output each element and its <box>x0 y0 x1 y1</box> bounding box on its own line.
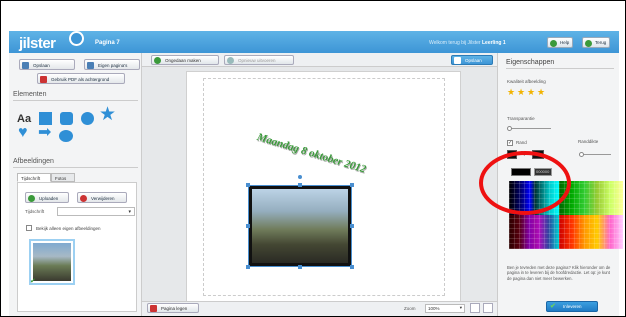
user-name: Leerling 1 <box>481 40 506 46</box>
delete-label: Verwijderen <box>91 196 115 201</box>
undo-label: Ongedaan maken <box>165 58 201 63</box>
star-shape-icon[interactable]: ★ <box>99 105 116 124</box>
folder-select[interactable]: ▾ <box>57 207 135 216</box>
redo-icon <box>227 57 234 64</box>
images-title: Afbeeldingen <box>13 158 138 168</box>
resize-handle[interactable] <box>350 224 354 228</box>
welcome-prefix: Welkom terug bij Jilster <box>429 40 481 46</box>
quality-star-icon: ★ <box>537 87 546 97</box>
clear-icon <box>150 305 157 312</box>
delete-button[interactable]: Verwijderen <box>77 192 127 203</box>
quality-star-icon: ★ <box>527 87 536 97</box>
zoom-label: Zoom <box>404 306 416 311</box>
submit-label: Inleveren <box>563 304 582 309</box>
upload-icon <box>28 194 35 202</box>
circle-shape-icon[interactable] <box>81 112 94 125</box>
resize-handle[interactable] <box>298 183 302 187</box>
jilster-logo: jilster <box>19 35 56 52</box>
rotate-handle[interactable] <box>298 175 302 179</box>
check-icon: ✔ <box>550 303 556 310</box>
chevron-down-icon: ▾ <box>459 305 462 310</box>
redo-label: Opnieuw uitvoeren <box>238 58 276 63</box>
zoom-in-icon[interactable] <box>470 303 480 313</box>
group-photo-thumbnail <box>33 243 71 281</box>
submit-button[interactable]: ✔ Inleveren <box>546 301 598 312</box>
help-label: Help <box>560 40 570 45</box>
pages-icon <box>87 61 94 69</box>
save-button[interactable]: Opslaan <box>19 59 75 70</box>
logo-mark-icon <box>69 31 84 46</box>
quality-label: Kwaliteit afbeelding <box>507 79 546 84</box>
back-button[interactable]: Terug <box>582 37 611 48</box>
undo-button[interactable]: Ongedaan maken <box>151 55 219 65</box>
help-button[interactable]: Help <box>547 37 574 48</box>
own-pages-button[interactable]: Eigen pagina's <box>84 59 140 70</box>
transparency-label: Transparantie <box>507 116 535 121</box>
redo-button[interactable]: Opnieuw uitvoeren <box>224 55 294 65</box>
zoom-select[interactable]: 100% ▾ <box>425 304 465 313</box>
only-own-checkbox[interactable] <box>26 225 32 231</box>
properties-title: Eigenschappen <box>506 59 614 69</box>
transparency-slider-handle[interactable] <box>507 126 512 131</box>
check-icon: ✔ <box>30 278 36 285</box>
header-bar: jilster Pagina 7 Welkom terug bij Jilste… <box>9 31 619 53</box>
chevron-down-icon: ▾ <box>128 209 131 215</box>
disk-icon <box>454 57 461 64</box>
upload-label: Uploaden <box>39 196 59 201</box>
delete-icon <box>80 194 87 202</box>
only-own-label: Bekijk alleen eigen afbeeldingen <box>36 226 101 231</box>
arrow-shape-icon[interactable]: ➡ <box>38 125 51 141</box>
group-photo <box>252 189 348 263</box>
save-label: Opslaan <box>33 63 50 68</box>
folder-label: Tijdschrift <box>25 209 45 214</box>
clear-page-button[interactable]: Pagina legen <box>147 303 199 313</box>
border-label: Rand <box>516 140 527 145</box>
border-width-label: Randdikte <box>578 139 599 144</box>
tab-photos[interactable]: Fotos <box>51 173 75 182</box>
app-window: jilster Pagina 7 Welkom terug bij Jilste… <box>0 0 626 317</box>
border-width-slider[interactable] <box>581 154 611 155</box>
help-icon <box>550 39 557 47</box>
clear-page-label: Pagina legen <box>161 306 188 311</box>
welcome-text: Welkom terug bij Jilster Leerling 1 <box>429 40 506 46</box>
back-label: Terug <box>595 40 607 45</box>
editor-save-label: Opslaan <box>465 58 482 63</box>
upload-button[interactable]: Uploaden <box>25 192 69 203</box>
resize-handle[interactable] <box>246 265 250 269</box>
zoom-out-icon[interactable] <box>483 303 493 313</box>
pdf-background-label: Gebruik PDF als achtergrond <box>51 77 110 82</box>
own-pages-label: Eigen pagina's <box>98 63 128 68</box>
resize-handle[interactable] <box>298 265 302 269</box>
page-title: Pagina 7 <box>95 40 120 46</box>
elements-title: Elementen <box>13 91 138 101</box>
resize-handle[interactable] <box>246 224 250 228</box>
undo-icon <box>154 57 161 64</box>
zoom-value: 100% <box>428 306 440 311</box>
quality-star-icon: ★ <box>507 87 516 97</box>
resize-handle[interactable] <box>350 183 354 187</box>
heart-shape-icon[interactable]: ♥ <box>18 125 28 141</box>
pdf-background-button[interactable]: Gebruik PDF als achtergrond <box>37 73 125 84</box>
transparency-slider[interactable] <box>511 128 551 129</box>
tab-magazine[interactable]: Tijdschrift <box>17 173 51 182</box>
submit-help-text: Ben je tevreden met deze pagina? Klik hi… <box>507 265 611 281</box>
photo-element[interactable] <box>248 185 352 267</box>
resize-handle[interactable] <box>246 183 250 187</box>
pdf-icon <box>40 75 47 83</box>
save-icon <box>22 61 29 69</box>
red-highlight-circle <box>479 151 571 215</box>
quality-star-icon: ★ <box>517 87 526 97</box>
speech-bubble-shape-icon[interactable] <box>59 130 73 142</box>
border-checkbox[interactable]: ✓ <box>507 140 513 146</box>
border-width-slider-handle[interactable] <box>579 152 584 157</box>
back-icon <box>585 39 592 47</box>
resize-handle[interactable] <box>350 265 354 269</box>
editor-save-button[interactable]: Opslaan <box>451 55 493 65</box>
rounded-square-shape-icon[interactable] <box>60 112 73 125</box>
